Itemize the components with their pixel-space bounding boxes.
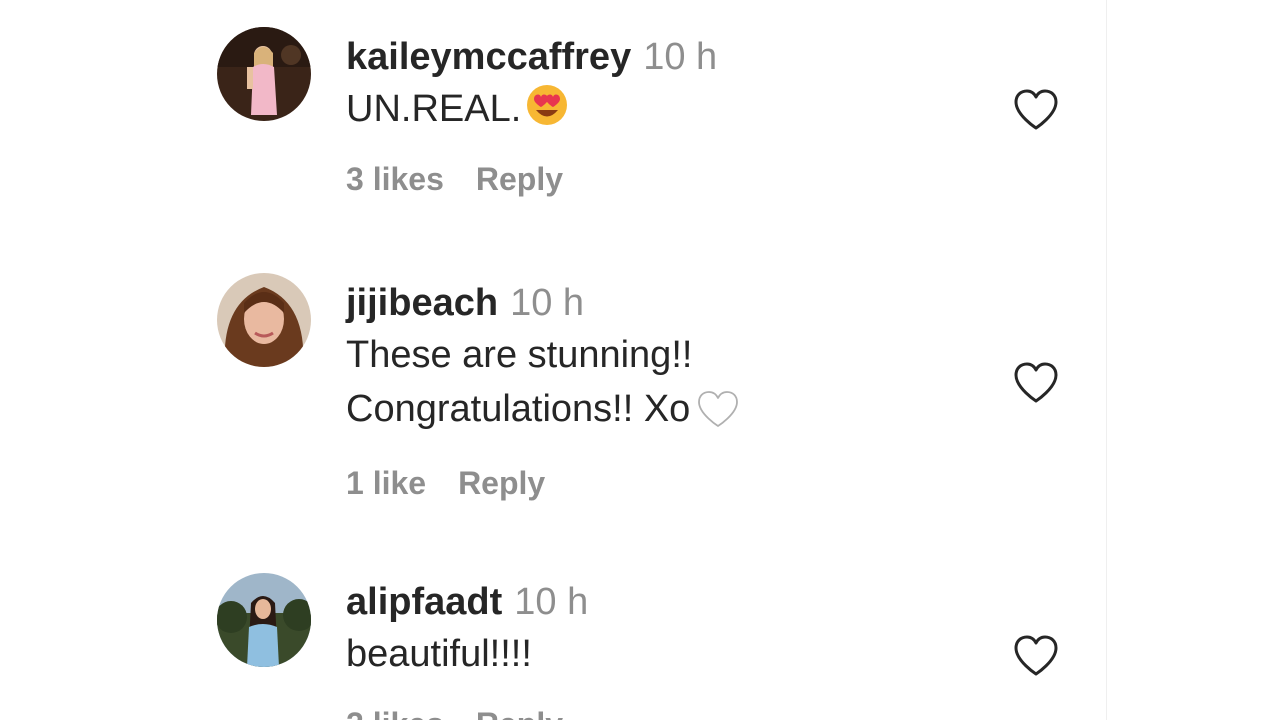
timestamp[interactable]: 10 h — [643, 36, 717, 78]
reply-button[interactable]: Reply — [476, 161, 563, 197]
timestamp[interactable]: 10 h — [514, 581, 588, 623]
avatar[interactable] — [217, 573, 311, 667]
username[interactable]: alipfaadt — [346, 581, 502, 623]
comment-text: UN.REAL. — [346, 82, 717, 136]
comment-meta: 1 like Reply — [346, 463, 742, 503]
username[interactable]: jijibeach — [346, 282, 498, 324]
comment-text: These are stunning!! Congratulations!! X… — [346, 328, 742, 436]
comment-text-line: UN.REAL. — [346, 88, 522, 130]
like-heart-icon[interactable] — [1012, 634, 1060, 678]
reply-button[interactable]: Reply — [476, 706, 563, 720]
likes-count[interactable]: 1 like — [346, 465, 426, 501]
panel-divider — [1106, 0, 1107, 720]
comment-text-line: beautiful!!!! — [346, 633, 532, 675]
likes-count[interactable]: 3 likes — [346, 161, 444, 197]
like-heart-icon[interactable] — [1012, 88, 1060, 132]
comments-panel: kaileymccaffrey 10 h UN.REAL. 3 likes Repl… — [0, 0, 1280, 720]
username[interactable]: kaileymccaffrey — [346, 36, 631, 78]
comment-meta: 2 likes Reply — [346, 704, 595, 720]
avatar[interactable] — [217, 273, 311, 367]
white-heart-emoji — [694, 389, 742, 429]
like-heart-icon[interactable] — [1012, 361, 1060, 405]
likes-count[interactable]: 2 likes — [346, 706, 444, 720]
avatar[interactable] — [217, 27, 311, 121]
heart-eyes-emoji — [525, 83, 569, 127]
comment-header: jijibeach 10 h — [346, 280, 742, 326]
comment-text-line: Congratulations!! Xo — [346, 388, 691, 430]
comment-header: kaileymccaffrey 10 h — [346, 34, 717, 80]
comment-text: beautiful!!!! — [346, 627, 595, 681]
comment-header: alipfaadt 10 h — [346, 579, 595, 625]
reply-button[interactable]: Reply — [458, 465, 545, 501]
timestamp[interactable]: 10 h — [510, 282, 584, 324]
comment-text-line: These are stunning!! — [346, 334, 693, 376]
comment-meta: 3 likes Reply — [346, 159, 717, 199]
